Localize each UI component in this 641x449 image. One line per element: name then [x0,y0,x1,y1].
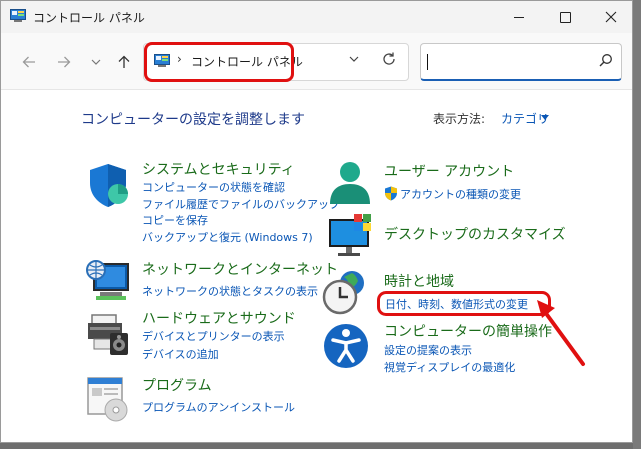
arrow-up-icon [118,55,130,68]
close-icon [605,11,617,23]
network-globe-icon[interactable] [84,256,132,304]
text-caret [427,54,428,70]
recent-locations-button[interactable] [85,51,107,73]
monitor-icon[interactable] [326,211,374,259]
link-get-recommendations[interactable]: 設定の提案の表示 [384,342,472,358]
page-title: コンピューターの設定を調整します [81,112,305,128]
search-input[interactable] [420,43,622,81]
arrow-left-icon [22,56,35,68]
search-icon[interactable] [599,53,613,67]
shield-icon[interactable] [84,161,132,209]
category-user-accounts[interactable]: ユーザー アカウント [384,161,514,181]
link-file-history-backup[interactable]: ファイル履歴でファイルのバックアップ [142,196,340,212]
category-hardware-sound[interactable]: ハードウェアとサウンド [142,308,296,328]
minimize-icon [514,16,524,18]
up-button[interactable] [113,51,135,73]
category-desktop-customization[interactable]: デスクトップのカスタマイズ [384,224,566,244]
address-dropdown-button[interactable] [347,52,361,66]
link-network-status-tasks[interactable]: ネットワークの状態とタスクの表示 [142,283,318,299]
chevron-down-icon [91,59,101,65]
navigation-bar: › コントロール パネル [1,33,632,90]
control-panel-window: コントロール パネル › コントロール パネル コンピューターの設定を調整します… [0,0,633,443]
accessibility-icon[interactable] [322,322,370,370]
forward-button[interactable] [53,51,75,73]
programs-icon[interactable] [84,374,132,422]
maximize-button[interactable] [542,1,588,33]
link-backup-restore[interactable]: バックアップと復元 (Windows 7) [142,229,313,245]
maximize-icon [559,11,571,23]
link-save-copy[interactable]: コピーを保存 [142,212,208,228]
link-add-device[interactable]: デバイスの追加 [142,346,219,362]
annotation-arrow [537,300,585,366]
back-button[interactable] [18,51,40,73]
arrow-right-icon [58,56,71,68]
refresh-button[interactable] [381,51,397,67]
minimize-button[interactable] [496,1,542,33]
address-highlight-annotation [144,42,294,82]
link-check-computer-status[interactable]: コンピューターの状態を確認 [142,179,285,195]
category-programs[interactable]: プログラム [142,375,212,395]
clock-globe-icon[interactable] [322,267,370,315]
link-optimize-visual-display[interactable]: 視覚ディスプレイの最適化 [384,359,515,375]
category-clock-region[interactable]: 時計と地域 [384,271,454,291]
title-bar[interactable]: コントロール パネル [1,1,632,33]
close-button[interactable] [588,1,632,33]
uac-shield-icon [385,186,397,201]
desktop-background [633,0,641,449]
category-system-security[interactable]: システムとセキュリティ [142,159,295,179]
view-by-label: 表示方法: [433,112,486,126]
view-by-arrow-icon[interactable] [541,115,549,120]
window-title: コントロール パネル [33,11,145,25]
link-uninstall-program[interactable]: プログラムのアンインストール [142,399,295,415]
category-network-internet[interactable]: ネットワークとインターネット [142,259,338,279]
user-icon[interactable] [326,158,374,206]
chevron-down-icon [349,56,359,62]
control-panel-icon [10,9,26,22]
link-devices-printers[interactable]: デバイスとプリンターの表示 [142,328,285,344]
printer-icon[interactable] [84,309,132,357]
link-change-account-type[interactable]: アカウントの種類の変更 [400,186,521,202]
